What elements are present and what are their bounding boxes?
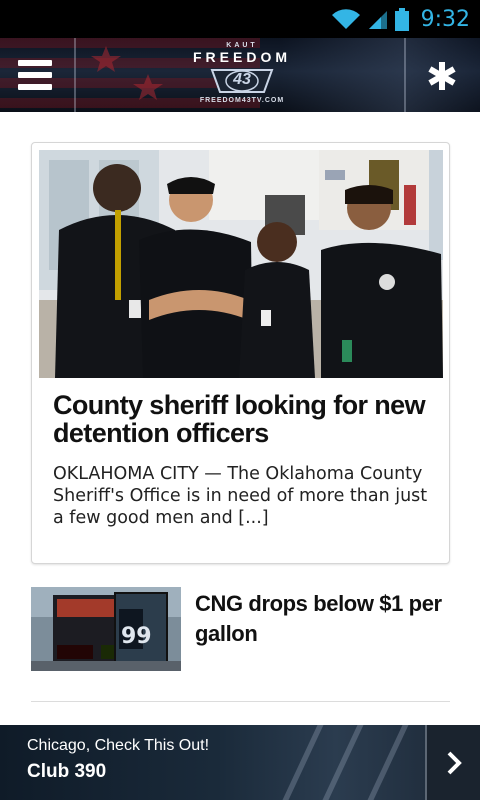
status-bar: 9:32: [0, 0, 480, 38]
asterisk-icon: [428, 62, 456, 90]
ad-next-button[interactable]: [425, 725, 480, 800]
featured-article-excerpt: OKLAHOMA CITY — The Oklahoma County Sher…: [53, 464, 428, 528]
article-title[interactable]: CNG drops below $1 per gallon: [195, 589, 445, 649]
article-list-item[interactable]: 99 CNG drops below $1 per gallon: [31, 587, 450, 673]
clock: 9:32: [420, 6, 470, 32]
ad-banner[interactable]: Chicago, Check This Out! Club 390: [0, 725, 480, 800]
logo-call-sign: KAUT: [226, 42, 258, 49]
wifi-icon: [331, 7, 361, 31]
app-header: KAUT FREEDOM 43 FREEDOM43TV.COM: [0, 38, 480, 112]
list-divider: [31, 701, 450, 702]
svg-text:99: 99: [121, 624, 152, 649]
logo-name: FREEDOM: [193, 49, 291, 65]
menu-button[interactable]: [18, 60, 52, 90]
cell-signal-icon: [367, 7, 389, 31]
logo-number: 43: [233, 71, 251, 88]
ad-venue: Club 390: [27, 761, 107, 782]
ad-headline: Chicago, Check This Out!: [27, 737, 210, 754]
logo-url: FREEDOM43TV.COM: [199, 97, 285, 104]
article-thumbnail: 99: [31, 587, 181, 671]
asterisk-button[interactable]: [426, 60, 458, 92]
featured-article-card[interactable]: County sheriff looking for new detention…: [31, 142, 450, 564]
chevron-right-icon: [447, 751, 462, 774]
station-logo[interactable]: KAUT FREEDOM 43 FREEDOM43TV.COM: [172, 42, 312, 108]
logo-badge: 43: [210, 66, 274, 96]
featured-article-image: [39, 150, 443, 378]
star-decoration-icon: [91, 46, 163, 100]
featured-article-title[interactable]: County sheriff looking for new detention…: [53, 391, 433, 447]
battery-icon: [394, 7, 409, 31]
